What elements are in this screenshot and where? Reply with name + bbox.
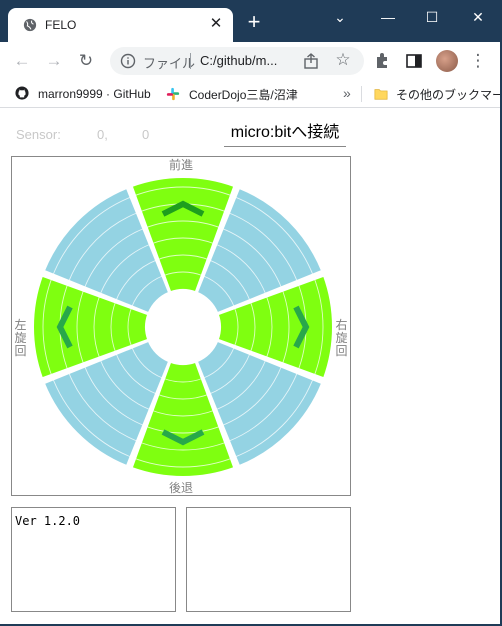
reload-icon[interactable]: ↻	[76, 51, 96, 71]
extensions-icon[interactable]	[372, 51, 392, 71]
bookmarks-more-icon[interactable]: »	[343, 85, 351, 101]
direction-pad[interactable]	[12, 157, 350, 495]
browser-titlebar: FELO ✕ + ⌄ — ☐ ✕	[0, 0, 502, 42]
back-icon[interactable]: ←	[12, 51, 32, 71]
browser-tab[interactable]: FELO ✕	[8, 8, 233, 42]
other-bookmarks[interactable]: その他のブックマーク	[374, 86, 502, 102]
omnibox-separator	[190, 53, 191, 69]
turn-right-char: 回	[335, 344, 348, 358]
bookmark-label: CoderDojo三島/沼津	[189, 88, 298, 102]
forward-icon[interactable]: →	[44, 51, 64, 71]
page-content: Sensor: 0, 0 micro:bitへ接続 前進 後退 左 旋 回 右 …	[0, 109, 502, 626]
turn-right-label: 右 旋 回	[335, 319, 348, 358]
version-text: Ver 1.2.0	[15, 514, 81, 528]
omnibox-scheme-label: ファイル	[143, 56, 196, 71]
direction-pad-frame: 前進 後退 左 旋 回 右 旋 回	[11, 156, 351, 496]
forward-label: 前進	[169, 158, 194, 172]
bookmark-coderdojo[interactable]: CoderDojo三島/沼津	[166, 86, 298, 102]
backward-label: 後退	[169, 481, 194, 495]
omnibox-url[interactable]: C:/github/m...	[200, 53, 277, 68]
address-bar[interactable]: ファイル C:/github/m... ☆	[110, 47, 364, 75]
other-bookmarks-label: その他のブックマーク	[396, 88, 502, 102]
tab-close-icon[interactable]: ✕	[208, 16, 224, 32]
turn-left-label: 左 旋 回	[14, 319, 27, 358]
new-tab-button[interactable]: +	[244, 11, 264, 33]
sensor-label: Sensor:	[16, 127, 61, 142]
bookmark-star-icon[interactable]: ☆	[334, 51, 352, 69]
browser-toolbar: ← → ↻ ファイル C:/github/m... ☆ ⋮	[0, 42, 502, 80]
tab-search-icon[interactable]: ⌄	[318, 4, 362, 30]
sensor-y-value: 0	[142, 127, 150, 142]
globe-icon	[23, 18, 37, 32]
info-icon[interactable]	[120, 53, 136, 69]
side-panel-icon[interactable]	[404, 51, 424, 71]
center-hole	[146, 290, 220, 364]
folder-icon	[374, 89, 388, 100]
bookmarks-divider	[361, 86, 362, 102]
connect-microbit-button[interactable]: micro:bitへ接続	[224, 121, 346, 147]
share-icon[interactable]	[302, 52, 320, 70]
slack-icon	[166, 87, 180, 101]
tab-title: FELO	[45, 18, 77, 32]
bookmark-label: marron9999 · GitHub	[38, 87, 151, 101]
sensor-x-value: 0,	[97, 127, 108, 142]
profile-avatar[interactable]	[436, 50, 458, 72]
empty-panel	[186, 507, 351, 612]
turn-left-char: 回	[14, 344, 27, 358]
close-window-button[interactable]: ✕	[456, 4, 500, 30]
menu-icon[interactable]: ⋮	[468, 51, 488, 71]
minimize-button[interactable]: —	[366, 4, 410, 30]
version-panel: Ver 1.2.0	[11, 507, 176, 612]
github-icon	[15, 86, 29, 100]
bookmarks-bar: marron9999 · GitHub CoderDojo三島/沼津 » その他…	[0, 80, 502, 108]
maximize-button[interactable]: ☐	[410, 4, 454, 30]
bookmark-github[interactable]: marron9999 · GitHub	[15, 86, 151, 102]
